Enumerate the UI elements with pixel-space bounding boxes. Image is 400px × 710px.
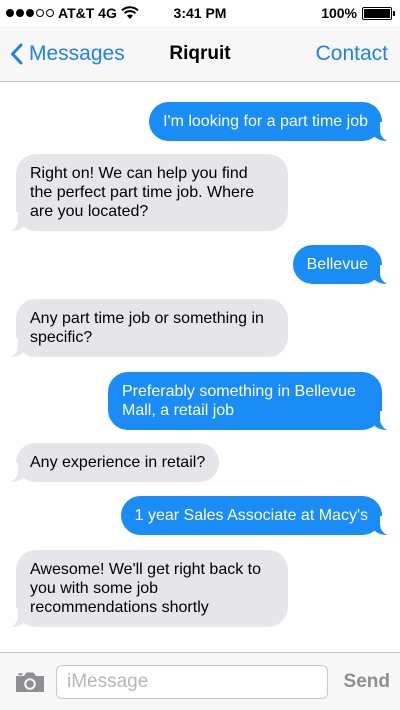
status-bar: AT&T 4G 3:41 PM 100% [0, 0, 400, 26]
status-time: 3:41 PM [173, 5, 227, 21]
back-button[interactable]: Messages [0, 42, 125, 66]
message-thread[interactable]: I'm looking for a part time job Right on… [0, 82, 400, 652]
message-text: Any experience in retail? [30, 454, 206, 471]
message-bubble-outgoing: Bellevue [292, 245, 397, 285]
message-text: Preferably something in Bellevue Mall, a… [122, 383, 356, 419]
message-bubble-incoming: Any experience in retail? [1, 443, 220, 483]
message-input[interactable] [56, 664, 328, 699]
back-label: Messages [29, 41, 125, 65]
battery-icon [362, 6, 395, 20]
chevron-left-icon [11, 43, 23, 64]
battery-fill [364, 8, 390, 18]
send-button[interactable]: Send [344, 671, 390, 693]
message-bubble-outgoing: I'm looking for a part time job [149, 102, 396, 142]
message-text: Awesome! We'll get right back to you wit… [30, 561, 262, 616]
message-text: I'm looking for a part time job [163, 113, 368, 130]
message-text: 1 year Sales Associate at Macy's [134, 507, 368, 524]
message-text: Right on! We can help you find the perfe… [30, 165, 255, 220]
message-bubble-incoming: Right on! We can help you find the perfe… [2, 154, 288, 232]
messages-screen: AT&T 4G 3:41 PM 100% Messages Riqruit Co… [0, 0, 400, 710]
message-bubble-outgoing: Preferably something in Bellevue Mall, a… [108, 372, 396, 431]
camera-icon [16, 672, 44, 692]
compose-bar: Send [0, 652, 400, 710]
contact-button[interactable]: Contact [316, 42, 400, 66]
message-text: Any part time job or something in specif… [30, 310, 264, 346]
message-text: Bellevue [306, 256, 368, 273]
message-bubble-outgoing: 1 year Sales Associate at Macy's [120, 496, 397, 536]
navigation-bar: Messages Riqruit Contact [0, 26, 400, 82]
camera-button[interactable] [14, 666, 46, 698]
message-bubble-incoming: Awesome! We'll get right back to you wit… [2, 550, 288, 628]
message-bubble-incoming: Any part time job or something in specif… [2, 299, 288, 358]
